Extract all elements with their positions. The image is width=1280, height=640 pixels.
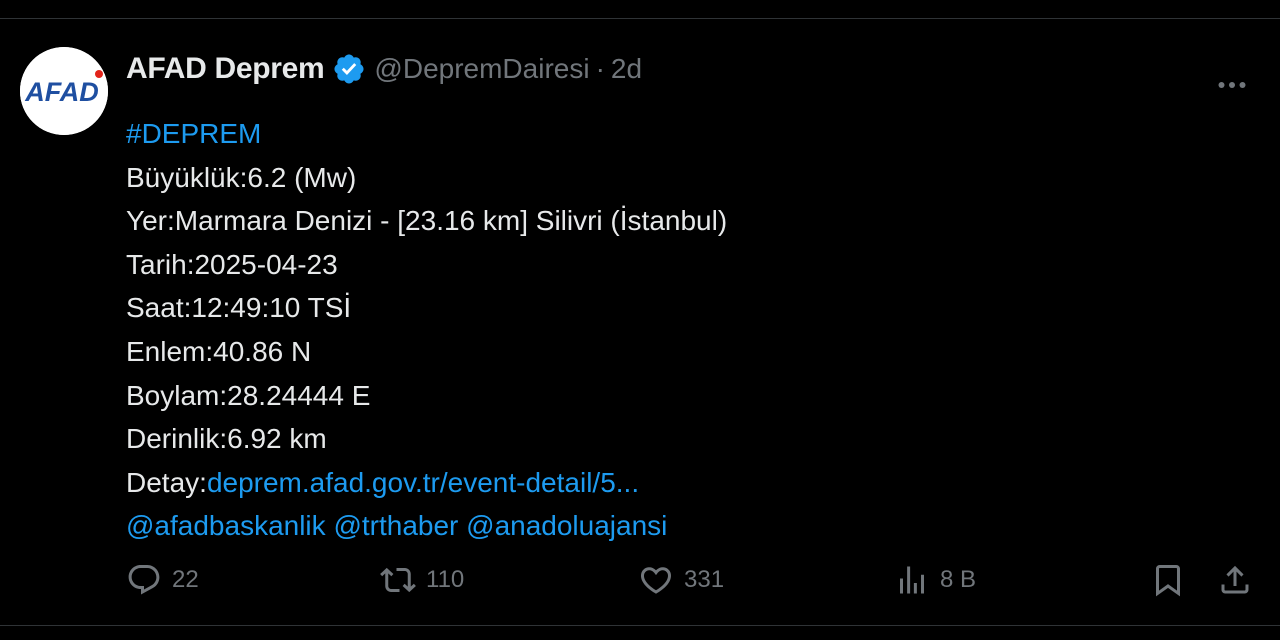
tweet-header: AFAD Deprem @DepremDairesi · 2d: [126, 49, 642, 89]
like-count: 331: [684, 566, 725, 593]
reply-count: 22: [172, 566, 199, 593]
reply-icon: [128, 565, 160, 595]
share-icon: [1221, 565, 1249, 594]
date-line: Tarih:2025-04-23: [126, 248, 338, 280]
timestamp[interactable]: 2d: [611, 53, 642, 85]
tweet-card[interactable]: AFAD AFAD Deprem @DepremDairesi · 2d #DE…: [0, 18, 1280, 626]
magnitude-line: Büyüklük:6.2 (Mw): [126, 161, 357, 193]
mention-trthaber[interactable]: @trthaber: [333, 510, 458, 541]
handle[interactable]: @DepremDairesi: [374, 53, 589, 85]
depth-line: Derinlik:6.92 km: [126, 423, 327, 455]
detail-line: Detay:deprem.afad.gov.tr/event-detail/5.…: [126, 461, 727, 505]
separator-dot: ·: [595, 53, 605, 84]
mentions-line: @afadbaskanlik @trthaber @anadoluajansi: [126, 504, 727, 548]
svg-text:AFAD: AFAD: [24, 77, 99, 107]
repost-button[interactable]: 110: [380, 555, 464, 605]
time-line: Saat:12:49:10 TSİ: [126, 292, 352, 324]
display-name[interactable]: AFAD Deprem: [126, 52, 325, 86]
verified-badge-icon: [334, 54, 364, 84]
repost-icon: [380, 567, 416, 593]
latitude-line: Enlem:40.86 N: [126, 335, 312, 367]
action-bar: 22 110 331 8 B: [0, 555, 1280, 605]
bookmark-button[interactable]: [1150, 555, 1186, 605]
detail-link[interactable]: deprem.afad.gov.tr/event-detail/5...: [207, 467, 639, 498]
mention-anadoluajansi[interactable]: @anadoluajansi: [466, 510, 667, 541]
mention-afadbaskanlik[interactable]: @afadbaskanlik: [126, 510, 326, 541]
longitude-line: Boylam:28.24444 E: [126, 379, 371, 411]
views-chart-icon: [900, 566, 924, 594]
more-options-icon[interactable]: [1214, 67, 1250, 103]
detail-label: Detay:: [126, 466, 207, 498]
location-line: Yer:Marmara Denizi - [23.16 km] Silivri …: [126, 205, 728, 237]
tweet-text: #DEPREM Büyüklük:6.2 (Mw) Yer:Marmara De…: [126, 112, 727, 548]
views-count: 8 B: [940, 566, 977, 593]
share-button[interactable]: [1217, 555, 1253, 605]
like-button[interactable]: 331: [638, 555, 724, 605]
repost-count: 110: [426, 566, 465, 593]
heart-icon: [640, 567, 672, 594]
reply-button[interactable]: 22: [126, 555, 199, 605]
bookmark-icon: [1156, 565, 1180, 597]
afad-logo-icon: AFAD: [20, 47, 108, 135]
hashtag-link[interactable]: #DEPREM: [126, 118, 261, 149]
views-button[interactable]: 8 B: [894, 555, 976, 605]
avatar[interactable]: AFAD: [20, 47, 108, 135]
